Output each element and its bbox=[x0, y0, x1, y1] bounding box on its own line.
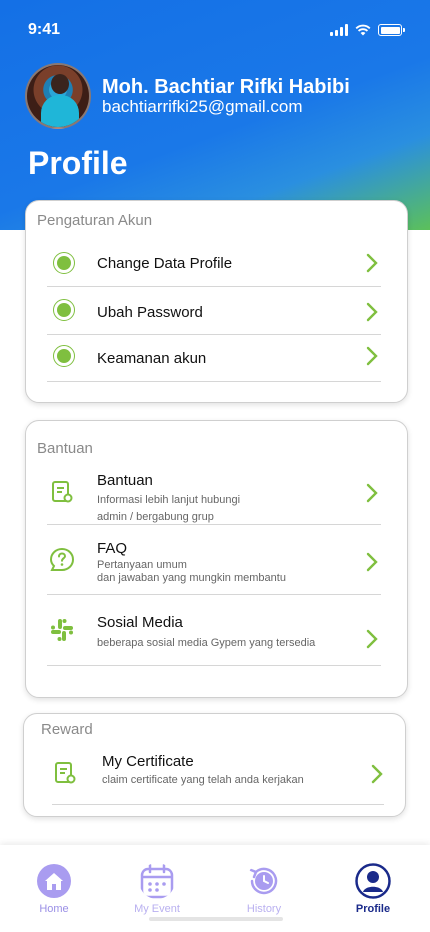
battery-icon bbox=[378, 24, 405, 36]
avatar[interactable] bbox=[25, 63, 91, 129]
nav-history[interactable]: History bbox=[224, 845, 304, 925]
faq-description-line-2: dan jawaban yang mungkin membantu bbox=[97, 572, 286, 584]
faq-label: FAQ bbox=[97, 540, 128, 557]
nav-my-event-label: My Event bbox=[134, 903, 180, 915]
signal-icon bbox=[330, 24, 348, 36]
change-data-profile-item[interactable]: Change Data Profile bbox=[47, 241, 381, 287]
document-badge-icon bbox=[52, 481, 73, 503]
slack-icon bbox=[51, 619, 73, 641]
bantuan-label: Bantuan bbox=[97, 472, 153, 489]
home-indicator bbox=[149, 917, 283, 921]
my-certificate-item[interactable]: My Certificate claim certificate yang te… bbox=[52, 744, 384, 805]
calendar-icon bbox=[140, 863, 174, 899]
status-bar: 9:41 bbox=[0, 0, 430, 56]
my-certificate-label: My Certificate bbox=[102, 753, 194, 770]
help-title: Bantuan bbox=[37, 440, 93, 457]
help-card: Bantuan Bantuan Informasi lebih lanjut h… bbox=[25, 420, 408, 698]
home-icon bbox=[37, 864, 71, 898]
chevron-right-icon bbox=[366, 253, 378, 273]
radio-indicator-icon bbox=[53, 299, 75, 321]
history-icon bbox=[249, 867, 278, 895]
my-certificate-description: claim certificate yang telah anda kerjak… bbox=[102, 774, 304, 786]
profile-header: 9:41 Moh. Bachtiar Rifki Habibi bachtiar… bbox=[0, 0, 430, 230]
chevron-right-icon bbox=[366, 629, 378, 649]
account-settings-card: Pengaturan Akun Change Data Profile Ubah… bbox=[25, 200, 408, 403]
certificate-icon bbox=[55, 762, 76, 784]
question-icon bbox=[49, 547, 75, 571]
chevron-right-icon bbox=[366, 346, 378, 366]
chevron-right-icon bbox=[366, 483, 378, 503]
sosial-media-item[interactable]: Sosial Media beberapa sosial media Gypem… bbox=[47, 595, 381, 666]
reward-title: Reward bbox=[41, 721, 93, 738]
nav-my-event[interactable]: My Event bbox=[117, 845, 197, 925]
nav-profile-label: Profile bbox=[355, 903, 391, 915]
wifi-icon bbox=[355, 24, 371, 36]
bantuan-item[interactable]: Bantuan Informasi lebih lanjut hubungi a… bbox=[47, 465, 381, 525]
status-icons bbox=[330, 24, 405, 36]
keamanan-akun-item[interactable]: Keamanan akun bbox=[47, 335, 381, 382]
nav-history-label: History bbox=[246, 903, 282, 915]
nav-home[interactable]: Home bbox=[14, 845, 94, 925]
chevron-right-icon bbox=[366, 552, 378, 572]
keamanan-akun-label: Keamanan akun bbox=[97, 350, 207, 367]
nav-home-label: Home bbox=[39, 903, 69, 915]
nav-profile[interactable]: Profile bbox=[333, 845, 413, 925]
user-icon bbox=[355, 863, 391, 899]
user-email: bachtiarrifki25@gmail.com bbox=[102, 97, 303, 116]
reward-card: Reward My Certificate claim certificate … bbox=[23, 713, 406, 817]
ubah-password-item[interactable]: Ubah Password bbox=[47, 287, 381, 335]
bantuan-description-line-1: Informasi lebih lanjut hubungi bbox=[97, 494, 241, 506]
sosial-media-label: Sosial Media bbox=[97, 614, 183, 631]
faq-item[interactable]: FAQ Pertanyaan umum dan jawaban yang mun… bbox=[47, 525, 381, 595]
sosial-media-description: beberapa sosial media Gypem yang tersedi… bbox=[97, 637, 316, 649]
account-settings-title: Pengaturan Akun bbox=[37, 212, 153, 229]
user-name: Moh. Bachtiar Rifki Habibi bbox=[102, 76, 350, 98]
faq-description-line-1: Pertanyaan umum bbox=[97, 559, 187, 571]
change-data-profile-label: Change Data Profile bbox=[97, 255, 233, 272]
radio-indicator-icon bbox=[53, 345, 75, 367]
bantuan-description-line-2: admin / bergabung grup bbox=[97, 511, 214, 523]
ubah-password-label: Ubah Password bbox=[97, 304, 203, 321]
page-title: Profile bbox=[28, 145, 128, 181]
radio-indicator-icon bbox=[53, 252, 75, 274]
chevron-right-icon bbox=[366, 302, 378, 322]
status-time: 9:41 bbox=[28, 21, 61, 38]
chevron-right-icon bbox=[371, 764, 383, 784]
